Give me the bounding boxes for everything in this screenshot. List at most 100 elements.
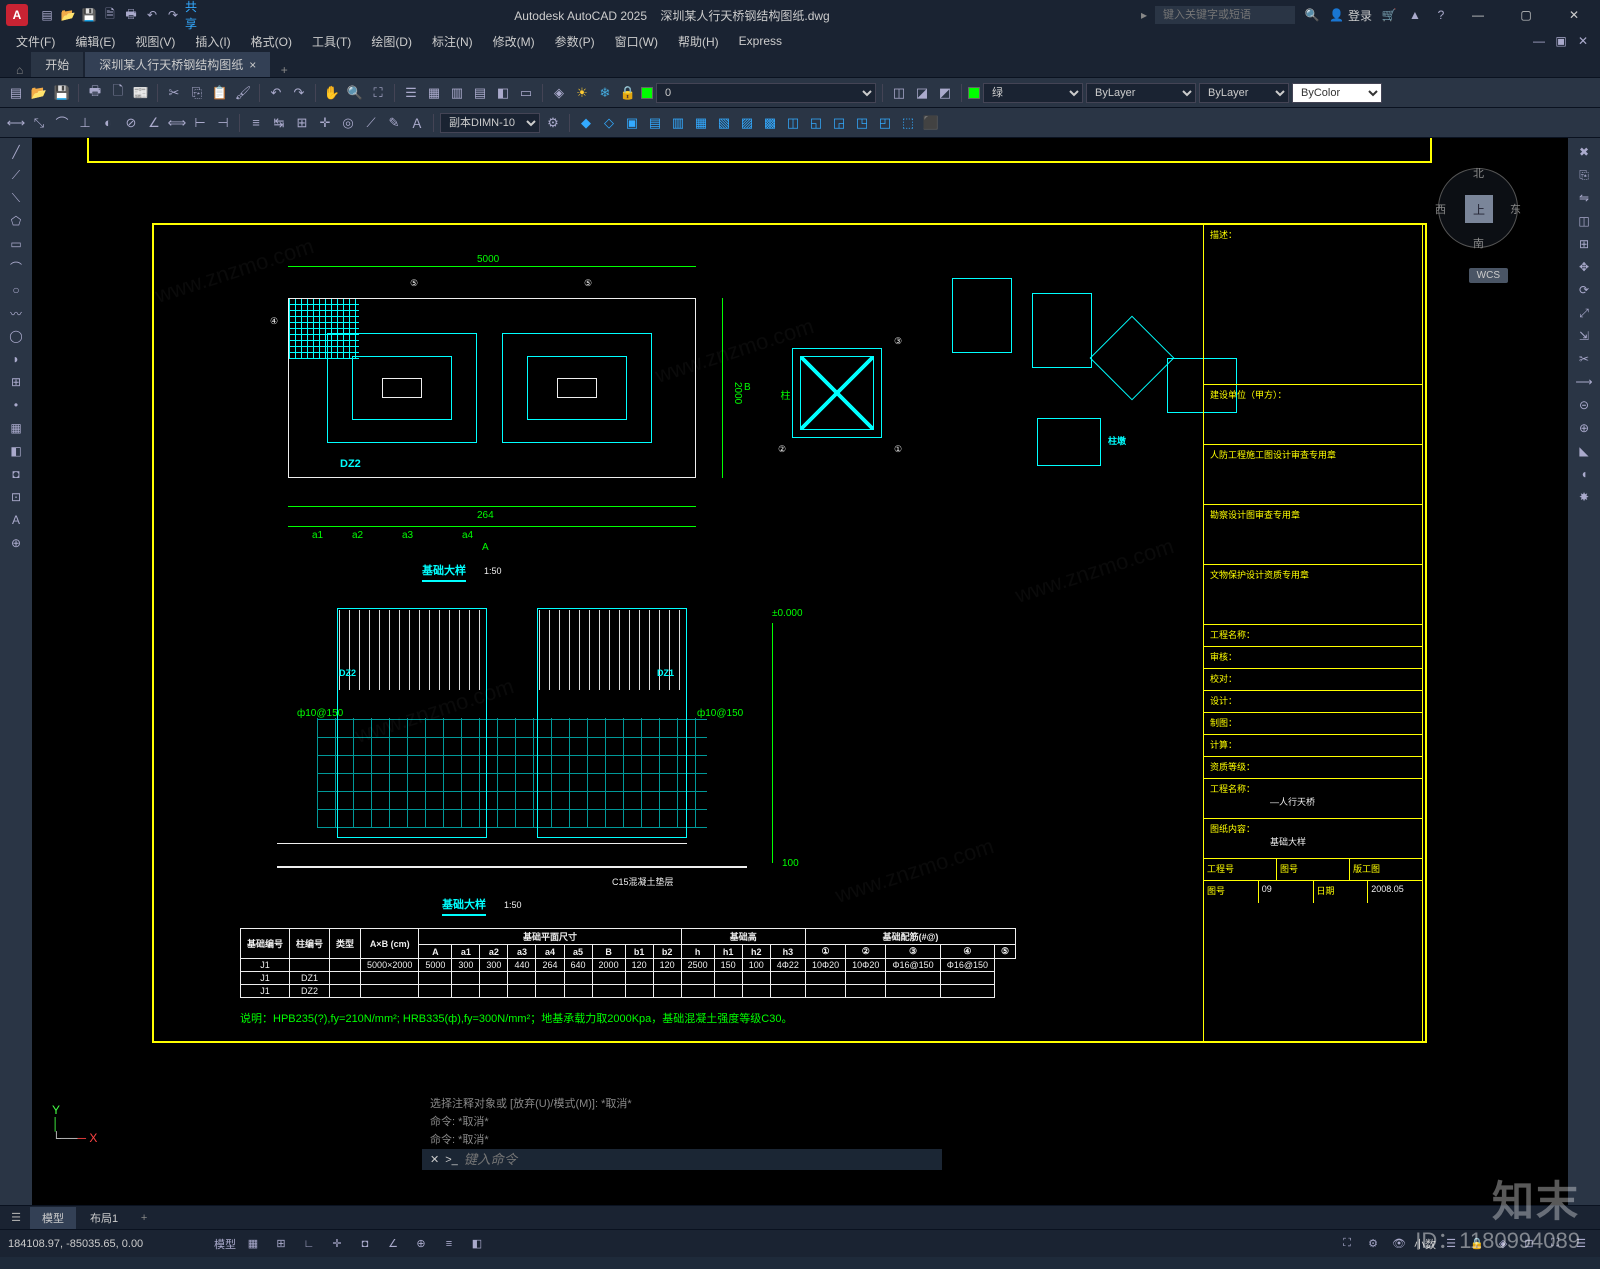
save-icon[interactable]: 💾	[80, 6, 98, 24]
menu-edit[interactable]: 编辑(E)	[67, 31, 123, 52]
dim-base-icon[interactable]: ⊢	[190, 113, 210, 133]
fillet-icon[interactable]: ◖	[1574, 464, 1594, 484]
rect-icon[interactable]: ▭	[6, 234, 26, 254]
grid-icon[interactable]: ▦	[242, 1233, 264, 1255]
paste-icon[interactable]: 📋	[210, 83, 230, 103]
undo-icon[interactable]: ↶	[143, 6, 161, 24]
linetype-dropdown[interactable]: ByLayer	[1086, 83, 1196, 103]
addsel-icon[interactable]: ⊕	[6, 533, 26, 553]
block-icon[interactable]: ⊞	[6, 372, 26, 392]
otrack-icon[interactable]: ∠	[382, 1233, 404, 1255]
osnap-icon[interactable]: ◘	[354, 1233, 376, 1255]
polygon-icon[interactable]: ⬠	[6, 211, 26, 231]
menu-tools[interactable]: 工具(T)	[304, 31, 359, 52]
new-icon[interactable]: ▤	[38, 6, 56, 24]
point-icon[interactable]: •	[6, 395, 26, 415]
redo2-icon[interactable]: ↷	[289, 83, 309, 103]
wcs-badge[interactable]: WCS	[1469, 268, 1508, 283]
line-icon[interactable]: ╱	[6, 142, 26, 162]
annomonitor-icon[interactable]: 👁	[1388, 1233, 1410, 1255]
layer-icon[interactable]: ◈	[549, 83, 569, 103]
print-icon[interactable]: 🖶	[85, 83, 105, 103]
m12-icon[interactable]: ◲	[829, 113, 849, 133]
dim-cont-icon[interactable]: ⊣	[213, 113, 233, 133]
dim-arc-icon[interactable]: ⌒	[52, 113, 72, 133]
undo2-icon[interactable]: ↶	[266, 83, 286, 103]
dim-break-icon[interactable]: ↹	[269, 113, 289, 133]
ws-icon[interactable]: ⚙	[1362, 1233, 1384, 1255]
layout-add-button[interactable]: +	[132, 1212, 156, 1224]
dimedit-icon[interactable]: ✎	[384, 113, 404, 133]
bycolor-dropdown[interactable]: ByColor	[1292, 83, 1382, 103]
tab-add-button[interactable]: +	[272, 63, 296, 77]
spline-icon[interactable]: 〰	[6, 303, 26, 323]
break-icon[interactable]: ⊝	[1574, 395, 1594, 415]
help-icon[interactable]: ?	[1432, 6, 1450, 24]
scale-icon[interactable]: ⤢	[1574, 303, 1594, 323]
lwt-icon[interactable]: ≡	[438, 1233, 460, 1255]
extend-icon[interactable]: ⟶	[1574, 372, 1594, 392]
table-icon[interactable]: ⊡	[6, 487, 26, 507]
m15-icon[interactable]: ⬚	[898, 113, 918, 133]
chamfer-icon[interactable]: ◣	[1574, 441, 1594, 461]
redo-icon[interactable]: ↷	[164, 6, 182, 24]
open2-icon[interactable]: 📂	[29, 83, 49, 103]
dim-ang-icon[interactable]: ∠	[144, 113, 164, 133]
freeze-icon[interactable]: ❄	[595, 83, 615, 103]
maximize-button[interactable]: ▢	[1506, 1, 1546, 29]
lineweight-dropdown[interactable]: ByLayer	[1199, 83, 1289, 103]
offset-icon[interactable]: ◫	[1574, 211, 1594, 231]
explode-icon[interactable]: ✸	[1574, 487, 1594, 507]
window-close-internal[interactable]: ✕	[1574, 32, 1592, 50]
menu-dim[interactable]: 标注(N)	[424, 31, 481, 52]
app-icon[interactable]: A	[6, 4, 28, 26]
cmd-expand-icon[interactable]: ✕	[430, 1153, 439, 1166]
menu-modify[interactable]: 修改(M)	[485, 31, 543, 52]
circle-icon[interactable]: ○	[6, 280, 26, 300]
dim-ord-icon[interactable]: ⊥	[75, 113, 95, 133]
menu-file[interactable]: 文件(F)	[8, 31, 63, 52]
minimize-button[interactable]: —	[1458, 1, 1498, 29]
ortho-icon[interactable]: ∟	[298, 1233, 320, 1255]
polar-icon[interactable]: ✛	[326, 1233, 348, 1255]
menu-icon[interactable]: ☰	[4, 1211, 28, 1224]
m9-icon[interactable]: ▩	[760, 113, 780, 133]
cut-icon[interactable]: ✂	[164, 83, 184, 103]
ray-icon[interactable]: ⟋	[6, 165, 26, 185]
window-min-internal[interactable]: —	[1530, 32, 1548, 50]
array-icon[interactable]: ⊞	[1574, 234, 1594, 254]
menu-window[interactable]: 窗口(W)	[607, 31, 666, 52]
m6-icon[interactable]: ▦	[691, 113, 711, 133]
menu-param[interactable]: 参数(P)	[547, 31, 603, 52]
dim-quick-icon[interactable]: ⟺	[167, 113, 187, 133]
qnew-icon[interactable]: ▤	[6, 83, 26, 103]
move-icon[interactable]: ✥	[1574, 257, 1594, 277]
cart-icon[interactable]: 🛒	[1380, 6, 1398, 24]
m1-icon[interactable]: ◆	[576, 113, 596, 133]
dim-rad-icon[interactable]: ◐	[98, 113, 118, 133]
sun-icon[interactable]: ☀	[572, 83, 592, 103]
dimstyle-mgr-icon[interactable]: ⚙	[543, 113, 563, 133]
calc-icon[interactable]: ▭	[516, 83, 536, 103]
menu-view[interactable]: 视图(V)	[127, 31, 183, 52]
layer-color-swatch[interactable]	[641, 87, 653, 99]
login-button[interactable]: 👤 登录	[1329, 7, 1372, 24]
tolerance-icon[interactable]: ⊞	[292, 113, 312, 133]
layer-color-dropdown[interactable]: 绿	[983, 83, 1083, 103]
toolpal-icon[interactable]: ▥	[447, 83, 467, 103]
zoomwin-icon[interactable]: ⛶	[368, 83, 388, 103]
ellipse-arc-icon[interactable]: ◗	[6, 349, 26, 369]
layer-zero-dropdown[interactable]: 0	[656, 83, 876, 103]
home-icon[interactable]: ⌂	[8, 63, 31, 77]
apps-icon[interactable]: ▲	[1406, 6, 1424, 24]
window-restore-internal[interactable]: ▣	[1552, 32, 1570, 50]
m3-icon[interactable]: ▣	[622, 113, 642, 133]
center-icon[interactable]: ✛	[315, 113, 335, 133]
layer-iso-icon[interactable]: ◫	[889, 83, 909, 103]
menu-insert[interactable]: 插入(I)	[187, 31, 238, 52]
dcenter-icon[interactable]: ▦	[424, 83, 444, 103]
drawing-canvas[interactable]: 5000 2000 264 a1 a2 a3 a4 A B DZ2 ⑤ ⑤ ④ …	[32, 138, 1568, 1205]
copy-icon[interactable]: ⎘	[187, 83, 207, 103]
m8-icon[interactable]: ▨	[737, 113, 757, 133]
mtext-icon[interactable]: A	[6, 510, 26, 530]
